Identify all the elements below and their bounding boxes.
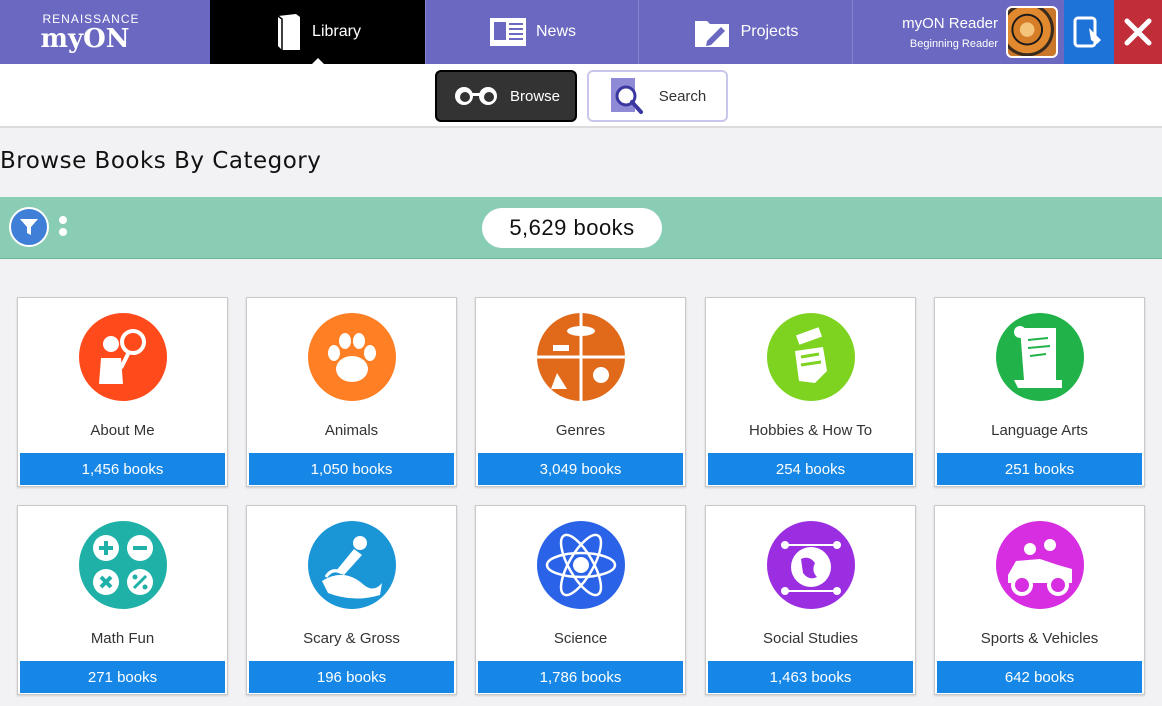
category-card[interactable]: Hobbies & How To 254 books [705, 297, 916, 487]
category-label: About Me [90, 422, 155, 439]
book-search-icon [610, 78, 643, 114]
category-label: Language Arts [991, 422, 1088, 439]
browse-label: Browse [509, 87, 561, 105]
category-label: Animals [324, 422, 379, 439]
category-card[interactable]: Science 1,786 books [475, 505, 686, 695]
view-toolbar: Browse Search [0, 64, 1162, 128]
category-book-count-button[interactable]: 1,463 books [708, 661, 913, 693]
close-button[interactable] [1114, 0, 1162, 64]
category-label: Genres [555, 422, 606, 439]
browse-button[interactable]: Browse [435, 70, 577, 122]
tablet-mode-button[interactable] [1064, 0, 1114, 64]
tab-library-label: Library [312, 23, 361, 40]
category-card[interactable]: Sports & Vehicles 642 books [934, 505, 1145, 695]
category-card[interactable]: Language Arts 251 books [934, 297, 1145, 487]
total-books-count: 5,629 books [482, 208, 662, 248]
tab-news-label: News [535, 23, 576, 40]
category-card[interactable]: Genres 3,049 books [475, 297, 686, 487]
category-card[interactable]: Scary & Gross 196 books [246, 505, 457, 695]
brand-small: RENAISSANCE [42, 11, 140, 26]
category-card[interactable]: Social Studies 1,463 books [705, 505, 916, 695]
close-icon [1124, 18, 1152, 46]
math-symbols-icon [79, 521, 167, 609]
user-level: Beginning Reader [909, 37, 998, 50]
brand-logo: RENAISSANCE myON [0, 0, 210, 64]
user-profile[interactable]: myON Reader Beginning Reader [852, 0, 1064, 64]
dot-icon [59, 216, 67, 224]
tab-projects[interactable]: Projects [638, 0, 852, 64]
tab-library[interactable]: Library [210, 0, 425, 65]
globe-icon [767, 521, 855, 609]
funnel-icon [20, 219, 38, 235]
page-title: Browse Books By Category [0, 148, 322, 174]
atom-icon [537, 521, 625, 609]
category-book-count-button[interactable]: 1,456 books [20, 453, 225, 485]
category-label: Math Fun [90, 630, 155, 647]
category-card[interactable]: Animals 1,050 books [246, 297, 457, 487]
category-book-count-button[interactable]: 251 books [937, 453, 1142, 485]
book-icon [277, 14, 301, 50]
user-name: myON Reader [902, 14, 998, 32]
glasses-icon [454, 87, 497, 105]
tab-news[interactable]: News [425, 0, 638, 64]
newspaper-icon [489, 18, 526, 46]
search-label: Search [658, 87, 707, 105]
filter-button[interactable] [9, 207, 49, 247]
category-book-count-button[interactable]: 3,049 books [478, 453, 683, 485]
more-options-button[interactable] [58, 212, 68, 242]
category-label: Hobbies & How To [748, 422, 873, 439]
category-card[interactable]: Math Fun 271 books [17, 505, 228, 695]
category-label: Scary & Gross [303, 630, 400, 647]
brand-big: myON [40, 23, 130, 54]
category-book-count-button[interactable]: 271 books [20, 661, 225, 693]
slime-icon [308, 521, 396, 609]
top-nav: RENAISSANCE myON Library News Projects m… [0, 0, 1162, 65]
category-book-count-button[interactable]: 254 books [708, 453, 913, 485]
dot-icon [59, 228, 67, 236]
category-label: Science [553, 630, 608, 647]
category-label: Social Studies [762, 630, 859, 647]
category-book-count-button[interactable]: 1,786 books [478, 661, 683, 693]
category-card[interactable]: About Me 1,456 books [17, 297, 228, 487]
filter-bar: 5,629 books [0, 197, 1162, 259]
tab-projects-label: Projects [740, 23, 799, 40]
genres-icon [537, 313, 625, 401]
search-button[interactable]: Search [587, 70, 728, 122]
category-book-count-button[interactable]: 1,050 books [249, 453, 454, 485]
avatar[interactable] [1006, 6, 1058, 58]
folder-pencil-icon [694, 21, 729, 47]
scroll-icon [996, 313, 1084, 401]
paw-icon [308, 313, 396, 401]
category-book-count-button[interactable]: 642 books [937, 661, 1142, 693]
tablet-touch-icon [1073, 16, 1101, 48]
hammer-fist-icon [767, 313, 855, 401]
person-magnifier-icon [79, 313, 167, 401]
category-book-count-button[interactable]: 196 books [249, 661, 454, 693]
category-label: Sports & Vehicles [980, 630, 1099, 647]
car-icon [996, 521, 1084, 609]
